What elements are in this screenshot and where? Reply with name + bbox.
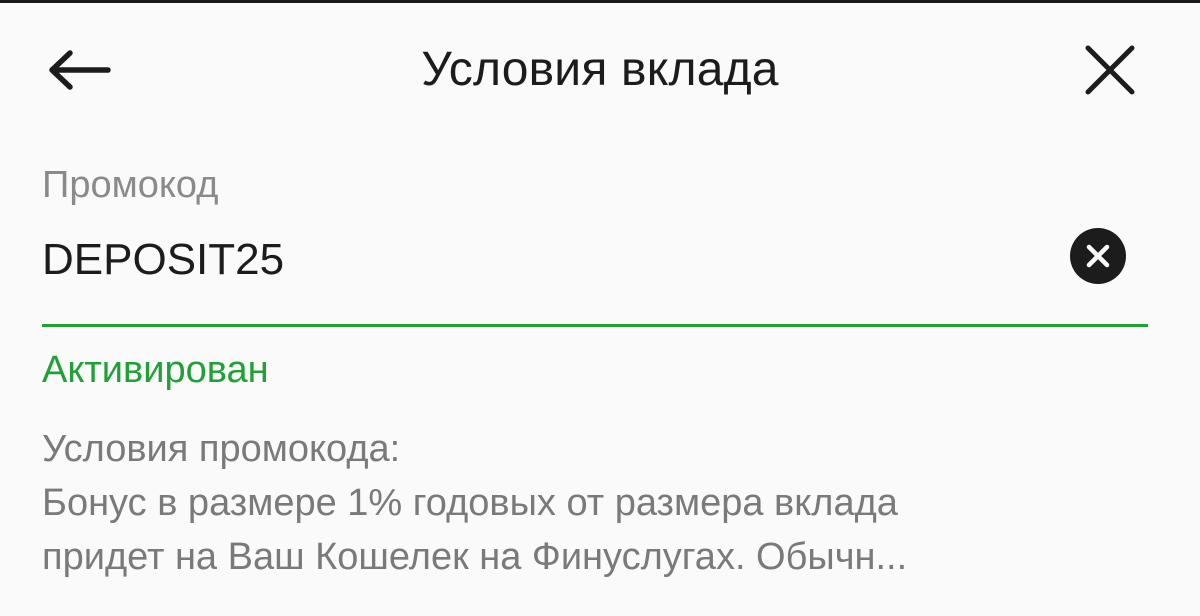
promo-code-label: Промокод (42, 164, 219, 206)
clear-circle-icon (1070, 228, 1126, 284)
promo-terms: Условия промокода: Бонус в размере 1% го… (42, 422, 1152, 584)
terms-heading: Условия промокода: (42, 428, 401, 470)
close-button[interactable] (1072, 36, 1148, 104)
arrow-left-icon (49, 50, 111, 90)
page-title: Условия вклада (421, 43, 779, 96)
back-button[interactable] (44, 40, 116, 100)
promo-status: Активирован (42, 349, 269, 391)
header: Условия вклада (0, 30, 1200, 110)
promo-code-field: Промокод (42, 160, 1148, 330)
input-underline (42, 324, 1148, 327)
terms-line: придет на Ваш Кошелек на Финуслугах. Обы… (42, 536, 908, 578)
close-icon (1085, 45, 1135, 95)
top-border (0, 0, 1200, 3)
deposit-terms-screen: Условия вклада Промокод Активирован Усло… (0, 0, 1200, 616)
terms-line: Бонус в размере 1% годовых от размера вк… (42, 482, 898, 524)
promo-code-input[interactable] (42, 230, 1042, 290)
clear-promo-button[interactable] (1068, 226, 1128, 286)
